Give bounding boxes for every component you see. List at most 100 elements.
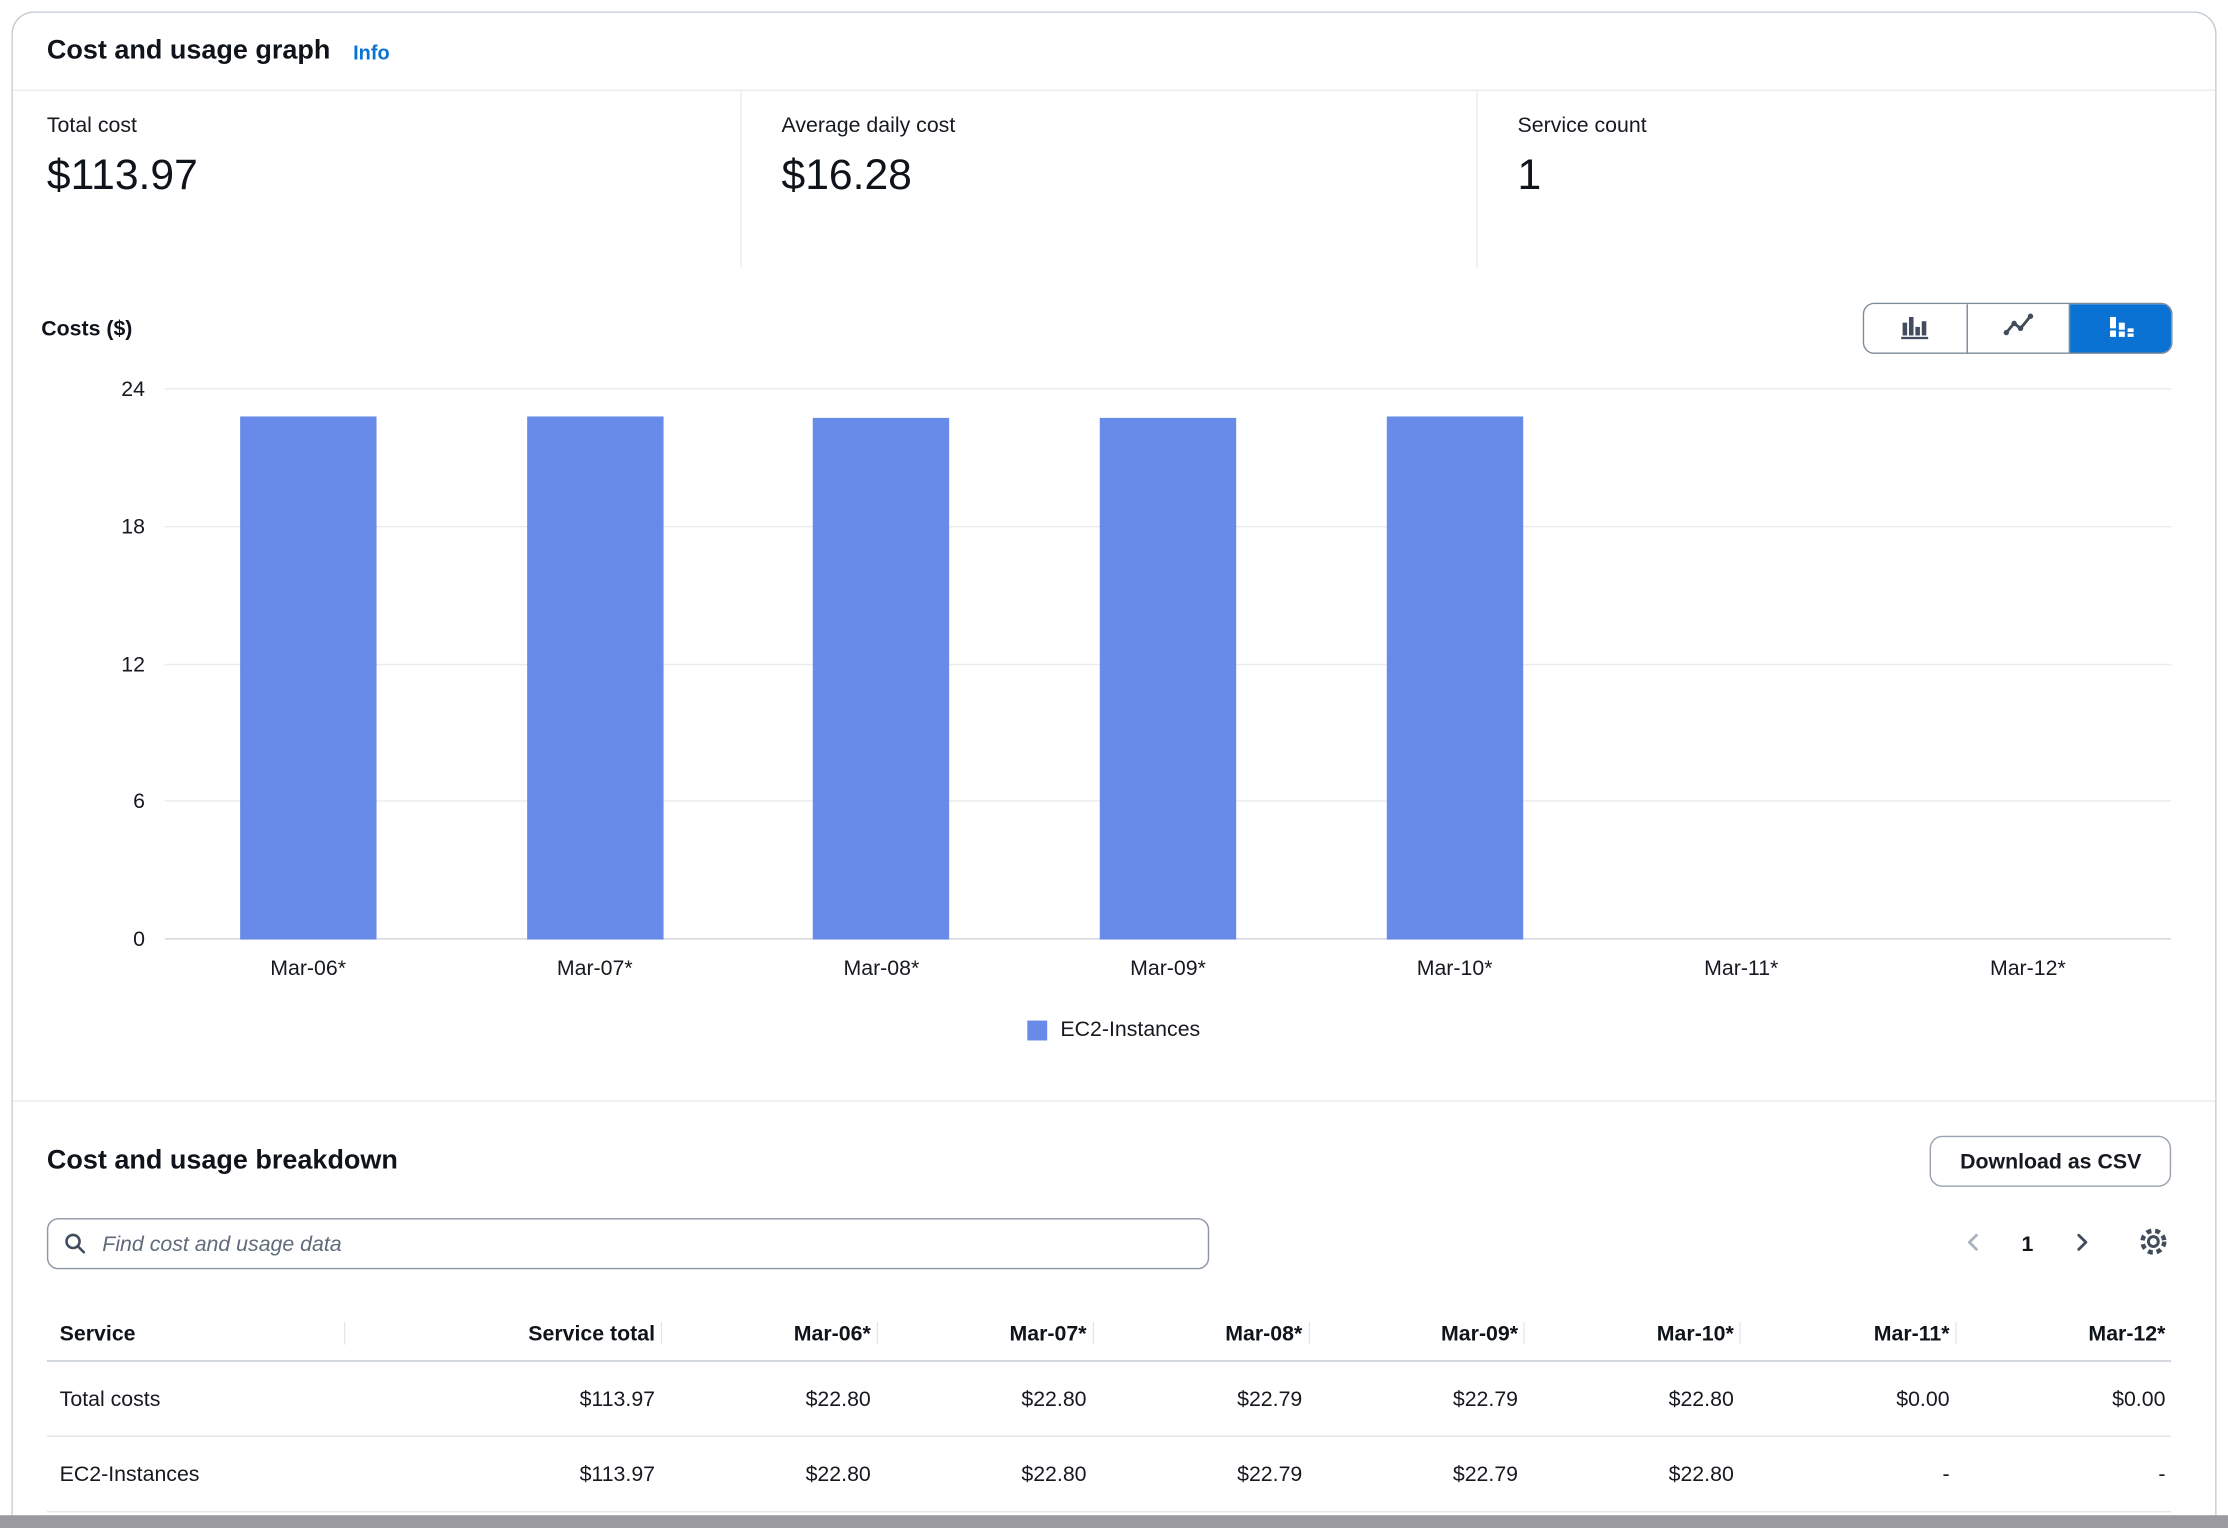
value-cell: - [1739,1436,1955,1511]
breakdown-title: Cost and usage breakdown [47,1146,398,1177]
value-cell: $22.79 [1308,1361,1524,1436]
bar-mar-10[interactable] [1386,417,1522,940]
value-cell: $22.79 [1092,1361,1308,1436]
stat-value: $113.97 [47,145,740,208]
cost-usage-card: Cost and usage graph Info Total cost $11… [11,11,2216,1528]
grouped-bar-chart-icon [1898,309,1932,347]
breakdown-toolbar: 1 [47,1218,2171,1269]
table-row: EC2-Instances$113.97$22.80$22.80$22.79$2… [47,1436,2171,1511]
stat-total-cost: Total cost $113.97 [47,91,740,267]
column-header: Mar-09* [1308,1306,1524,1361]
stat-value: 1 [1518,145,2182,208]
line-chart-button[interactable] [1967,304,2069,352]
x-tick-label: Mar-11* [1598,957,1885,981]
bar-mar-07[interactable] [527,417,663,940]
column-header: Mar-11* [1739,1306,1955,1361]
settings-gear-icon [2138,1227,2168,1261]
value-cell: $22.80 [1524,1361,1740,1436]
stacked-bar-chart-button[interactable] [2069,304,2171,352]
download-csv-button[interactable]: Download as CSV [1930,1136,2171,1187]
value-cell: $113.97 [344,1361,661,1436]
card-header: Cost and usage graph Info [13,13,2215,91]
legend-swatch [1028,1020,1048,1040]
column-header: Mar-08* [1092,1306,1308,1361]
service-cell: EC2-Instances [47,1436,344,1511]
stat-average-daily-cost: Average daily cost $16.28 [740,91,1476,267]
value-cell: $22.80 [876,1361,1092,1436]
value-cell: $22.79 [1308,1436,1524,1511]
x-axis-labels: Mar-06*Mar-07*Mar-08*Mar-09*Mar-10*Mar-1… [165,957,2171,981]
cost-chart-section: Costs ($) [13,267,2215,1101]
value-cell: $22.80 [1524,1436,1740,1511]
value-cell: $22.79 [1092,1436,1308,1511]
bar-slot [1311,389,1598,939]
bars [165,389,2171,939]
cost-usage-breakdown-section: Cost and usage breakdown Download as CSV [13,1102,2215,1513]
chart-type-toggle [1863,303,2173,354]
column-header: Mar-06* [661,1306,877,1361]
stat-label: Total cost [47,114,740,140]
next-page-button[interactable] [2067,1227,2095,1260]
value-cell: $0.00 [1739,1361,1955,1436]
chart-header: Costs ($) [13,304,2215,352]
y-tick-label: 24 [121,377,145,401]
column-header: Mar-07* [876,1306,1092,1361]
cost-breakdown-table: ServiceService totalMar-06*Mar-07*Mar-08… [47,1306,2171,1512]
y-tick-label: 12 [121,652,145,676]
summary-stats: Total cost $113.97 Average daily cost $1… [13,91,2215,267]
bar-mar-09[interactable] [1100,417,1236,939]
x-tick-label: Mar-10* [1311,957,1598,981]
bar-slot [165,389,452,939]
line-chart-icon [2001,309,2035,347]
stat-label: Service count [1518,114,2182,140]
bar-slot [1598,389,1885,939]
value-cell: - [1955,1436,2171,1511]
bar-mar-06[interactable] [240,417,376,940]
stat-value: $16.28 [781,145,1476,208]
service-cell: Total costs [47,1361,344,1436]
breakdown-header: Cost and usage breakdown Download as CSV [47,1136,2171,1187]
value-cell: $22.80 [876,1436,1092,1511]
value-cell: $113.97 [344,1436,661,1511]
x-tick-label: Mar-08* [738,957,1025,981]
stat-label: Average daily cost [781,114,1476,140]
search-box [47,1218,1209,1269]
x-tick-label: Mar-06* [165,957,452,981]
table-header-row: ServiceService totalMar-06*Mar-07*Mar-08… [47,1306,2171,1361]
y-tick-label: 6 [133,790,145,814]
bar-slot [1025,389,1312,939]
x-tick-label: Mar-12* [1885,957,2172,981]
column-header: Service total [344,1306,661,1361]
settings-button[interactable] [2136,1224,2172,1264]
x-tick-label: Mar-07* [451,957,738,981]
bar-slot [451,389,738,939]
y-tick-label: 0 [133,927,145,951]
cost-explorer-page: Cost and usage graph Info Total cost $11… [0,0,2228,1528]
grouped-bar-chart-button[interactable] [1864,304,1966,352]
y-tick-label: 18 [121,515,145,539]
info-link[interactable]: Info [353,41,389,64]
column-header: Service [47,1306,344,1361]
horizontal-scrollbar[interactable] [0,1515,2228,1528]
previous-page-button[interactable] [1959,1227,1987,1260]
value-cell: $0.00 [1955,1361,2171,1436]
chart-legend: EC2-Instances [13,1018,2215,1042]
y-axis-labels: 06121824 [20,389,145,939]
page-title: Cost and usage graph [47,36,331,67]
bar-slot [738,389,1025,939]
bar-mar-08[interactable] [813,417,949,939]
column-header: Mar-10* [1524,1306,1740,1361]
stacked-bar-chart-icon [2104,309,2138,347]
stat-service-count: Service count 1 [1476,91,2181,267]
search-input[interactable] [47,1218,1209,1269]
page-number-button[interactable]: 1 [2016,1229,2039,1259]
y-axis-title: Costs ($) [41,316,132,340]
bar-chart-plot-area: 06121824 [165,389,2171,939]
pagination: 1 [1959,1224,2171,1264]
legend-label[interactable]: EC2-Instances [1060,1018,1200,1042]
next-page-icon [2070,1230,2093,1257]
value-cell: $22.80 [661,1436,877,1511]
bar-slot [1885,389,2172,939]
table-row: Total costs$113.97$22.80$22.80$22.79$22.… [47,1361,2171,1436]
value-cell: $22.80 [661,1361,877,1436]
